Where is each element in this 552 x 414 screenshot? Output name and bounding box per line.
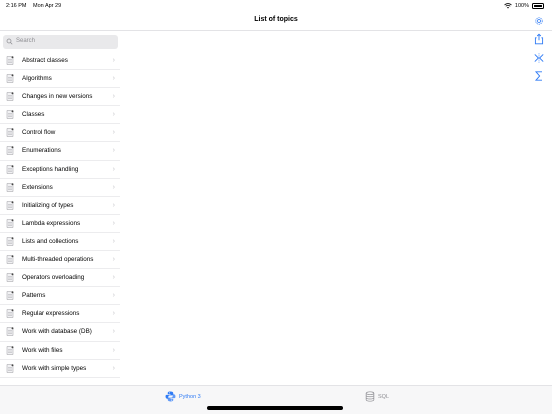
list-item-label: Work with files <box>22 346 63 354</box>
list-item[interactable]: Regular expressions › <box>0 305 120 324</box>
document-icon <box>6 363 14 373</box>
list-item[interactable]: Changes in new versions › <box>0 88 120 107</box>
document-icon <box>6 56 14 65</box>
nav-bar: List of topics <box>0 12 552 31</box>
chevron-right-icon: › <box>112 129 115 137</box>
document-icon <box>6 74 14 83</box>
search-input[interactable]: Search <box>3 35 118 49</box>
tab-sql[interactable]: SQL <box>365 391 389 402</box>
list-item[interactable]: Work with simple types › <box>0 360 120 378</box>
list-item[interactable]: Abstract classes › <box>0 52 120 71</box>
list-item[interactable]: Lists and collections › <box>0 233 120 252</box>
search-placeholder: Search <box>16 38 36 44</box>
gear-icon[interactable] <box>534 16 544 26</box>
chevron-right-icon: › <box>112 328 115 336</box>
chevron-right-icon: › <box>112 256 115 264</box>
list-item-label: Multi-threaded operations <box>22 256 94 264</box>
share-icon[interactable] <box>533 33 545 45</box>
document-icon <box>6 291 14 300</box>
python-icon <box>165 391 176 402</box>
document-icon <box>6 164 14 174</box>
tab-python-label: Python 3 <box>179 393 201 400</box>
document-icon <box>6 182 14 192</box>
document-icon <box>6 128 14 138</box>
chevron-right-icon: › <box>112 183 115 191</box>
list-item-label: Extensions <box>22 183 53 191</box>
chevron-right-icon: › <box>112 219 115 227</box>
list-item-label: Lists and collections <box>22 237 79 245</box>
list-item-label: Control flow <box>22 129 56 137</box>
list-item[interactable]: Lambda expressions › <box>0 215 120 233</box>
chevron-right-icon: › <box>112 147 115 155</box>
chevron-right-icon: › <box>112 201 115 209</box>
list-item[interactable]: Multi-threaded operations › <box>0 251 120 270</box>
list-item[interactable]: Extensions › <box>0 179 120 197</box>
chevron-right-icon: › <box>112 292 115 300</box>
topic-list: Abstract classes › Algorithms › Changes in n… <box>0 52 120 378</box>
list-item[interactable]: Exceptions handling › <box>0 161 120 179</box>
chevron-right-icon: › <box>112 310 115 318</box>
search-icon <box>6 38 13 45</box>
document-icon <box>6 273 14 282</box>
status-bar: 2:16 PM Mon Apr 29 100% <box>0 0 552 12</box>
chevron-right-icon: › <box>112 93 115 101</box>
tab-python[interactable]: Python 3 <box>165 391 201 402</box>
list-item[interactable]: Patterns › <box>0 287 120 306</box>
document-icon <box>6 219 14 228</box>
list-item[interactable]: Work with database (DB) › <box>0 323 120 342</box>
list-item[interactable]: Algorithms › <box>0 70 120 89</box>
document-icon <box>6 327 14 337</box>
status-left: 2:16 PM Mon Apr 29 <box>6 3 66 9</box>
sidebar: Search Abstract classes › Algorithms › Chang… <box>0 31 120 385</box>
document-icon <box>6 255 14 264</box>
list-item-label: Algorithms <box>22 75 52 83</box>
list-item-label: Changes in new versions <box>22 93 93 101</box>
page-title: List of topics <box>254 16 298 23</box>
home-indicator <box>207 406 343 410</box>
list-item-label: Enumerations <box>22 147 61 155</box>
wifi-icon <box>504 3 512 9</box>
database-icon <box>365 391 375 402</box>
document-icon <box>6 345 14 355</box>
battery-icon <box>532 3 544 9</box>
document-icon <box>6 110 14 120</box>
list-item-label: Abstract classes <box>22 57 68 64</box>
tab-sql-label: SQL <box>378 393 390 400</box>
list-item-label: Exceptions handling <box>22 165 79 173</box>
list-item[interactable]: Operators overloading › <box>0 269 120 288</box>
chevron-right-icon: › <box>112 75 115 83</box>
chevron-right-icon: › <box>112 364 115 372</box>
document-icon <box>6 146 14 156</box>
list-item-label: Operators overloading <box>22 274 85 282</box>
document-icon <box>6 201 14 210</box>
chevron-right-icon: › <box>112 346 115 354</box>
compare-icon[interactable] <box>533 52 545 64</box>
chevron-right-icon: › <box>112 165 115 173</box>
status-time: 2:16 PM <box>6 3 27 9</box>
chevron-right-icon: › <box>112 57 115 64</box>
list-item-label: Lambda expressions <box>22 219 81 227</box>
list-item[interactable]: Control flow › <box>0 124 120 143</box>
chevron-right-icon: › <box>112 111 115 119</box>
chevron-right-icon: › <box>112 274 115 282</box>
list-item[interactable]: Work with files › <box>0 342 120 360</box>
list-item[interactable]: Initializing of types › <box>0 197 120 215</box>
list-item-label: Work with database (DB) <box>22 328 92 336</box>
list-item-label: Classes <box>22 111 45 119</box>
list-item-label: Patterns <box>22 292 46 300</box>
status-date: Mon Apr 29 <box>33 3 62 9</box>
battery-percent: 100% <box>514 3 529 9</box>
document-icon <box>6 309 14 319</box>
sigma-icon[interactable] <box>533 70 545 82</box>
document-icon <box>6 237 14 246</box>
list-item[interactable]: Enumerations › <box>0 142 120 161</box>
list-item-label: Work with simple types <box>22 364 87 372</box>
status-right: 100% <box>504 3 544 9</box>
list-item-label: Regular expressions <box>22 310 80 318</box>
list-item-label: Initializing of types <box>22 201 74 209</box>
document-icon <box>6 92 14 101</box>
chevron-right-icon: › <box>112 237 115 245</box>
list-item[interactable]: Classes › <box>0 106 120 125</box>
